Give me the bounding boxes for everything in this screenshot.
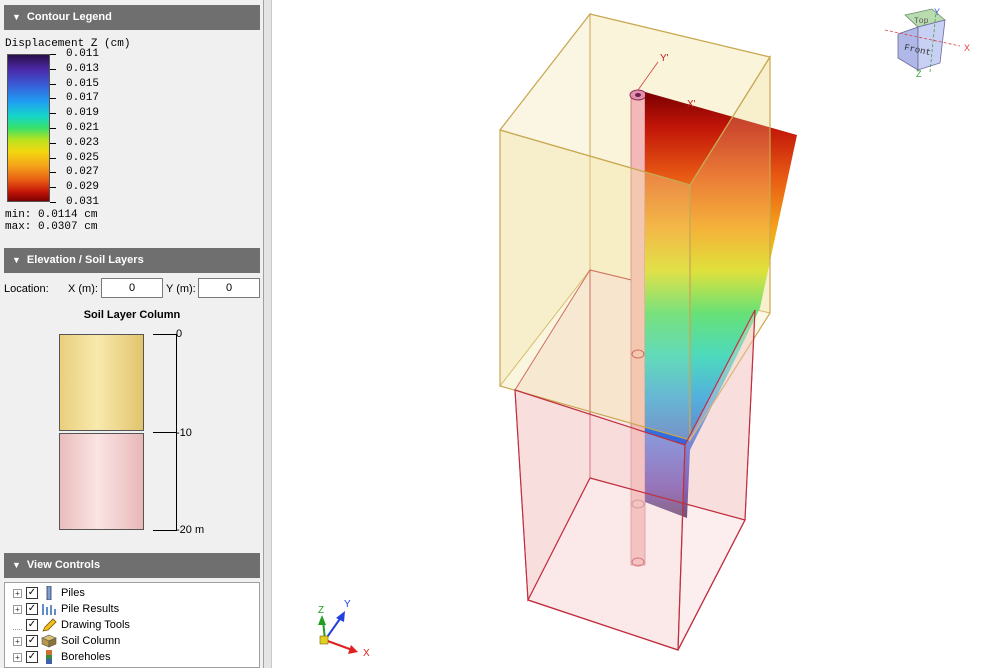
tree-item-label: Boreholes bbox=[61, 651, 111, 663]
legend-tick-label: 0.031 bbox=[66, 196, 100, 208]
legend-tick bbox=[50, 113, 56, 114]
legend-tick-label: 0.023 bbox=[66, 137, 100, 149]
expand-icon[interactable]: + bbox=[13, 588, 22, 598]
legend-tick bbox=[50, 172, 56, 173]
legend-tick bbox=[50, 128, 56, 129]
pile-results-icon bbox=[42, 604, 56, 615]
contour-legend-header[interactable]: ▼ Contour Legend bbox=[4, 5, 260, 30]
view-controls-header[interactable]: ▼ View Controls bbox=[4, 553, 260, 578]
legend-tick bbox=[50, 98, 56, 99]
drawing-tools-checkbox[interactable]: ✓ bbox=[26, 619, 38, 631]
tree-connector bbox=[13, 621, 22, 630]
expand-icon[interactable]: + bbox=[13, 604, 22, 614]
pile-results-checkbox[interactable]: ✓ bbox=[26, 603, 38, 615]
location-label: Location: bbox=[4, 283, 49, 295]
x-label: X (m): bbox=[68, 283, 98, 295]
collapse-triangle-icon: ▼ bbox=[12, 560, 21, 570]
borehole-icon bbox=[46, 650, 52, 664]
navigation-cube[interactable]: Top Front X Y Z bbox=[884, 7, 970, 79]
3d-viewport[interactable]: Y' X' Top Front X Y Z X Y Z bbox=[272, 0, 1002, 668]
boreholes-checkbox[interactable]: ✓ bbox=[26, 651, 38, 663]
nav-cube-front-face[interactable] bbox=[917, 19, 946, 71]
side-panel: ▼ Contour Legend Displacement Z (cm) 0.01… bbox=[0, 0, 264, 668]
contour-legend-header-label: Contour Legend bbox=[26, 11, 112, 23]
collapse-triangle-icon: ▼ bbox=[12, 12, 21, 22]
tree-item-boreholes[interactable]: + ✓ Boreholes bbox=[13, 649, 111, 665]
tree-item-label: Piles bbox=[61, 587, 85, 599]
panel-splitter[interactable] bbox=[264, 0, 272, 668]
soil-layer-lower[interactable] bbox=[59, 433, 144, 530]
legend-tick-label: 0.017 bbox=[66, 92, 100, 104]
triad-y-label: Y bbox=[344, 599, 351, 610]
legend-tick-label: 0.013 bbox=[66, 63, 100, 75]
depth-label-top: 0 bbox=[176, 328, 183, 340]
view-controls-header-label: View Controls bbox=[26, 559, 101, 571]
app-window: ▼ Contour Legend Displacement Z (cm) 0.01… bbox=[0, 0, 1002, 668]
legend-tick bbox=[50, 158, 56, 159]
tree-item-label: Soil Column bbox=[61, 635, 121, 647]
collapse-triangle-icon: ▼ bbox=[12, 255, 21, 265]
nav-cube-top-label: Top bbox=[914, 17, 929, 26]
triad-z-label: Z bbox=[318, 605, 324, 616]
tree-item-pile-results[interactable]: + ✓ Pile Results bbox=[13, 601, 119, 617]
tree-item-soil-column[interactable]: + ✓ Soil Column bbox=[13, 633, 120, 649]
legend-max: max: 0.0307 cm bbox=[5, 221, 98, 233]
triad-y-arrow bbox=[336, 611, 345, 622]
expand-icon[interactable]: + bbox=[13, 636, 22, 646]
legend-tick-label: 0.021 bbox=[66, 122, 100, 134]
depth-label-mid: -10 bbox=[176, 427, 192, 439]
legend-tick-label: 0.019 bbox=[66, 107, 100, 119]
depth-label-bottom: -20 m bbox=[176, 524, 205, 536]
depth-scale-tick bbox=[153, 432, 176, 433]
tree-item-piles[interactable]: + ✓ Piles bbox=[13, 585, 85, 601]
legend-tick-label: 0.025 bbox=[66, 152, 100, 164]
legend-tick bbox=[50, 54, 56, 55]
axis-triad: X Y Z bbox=[318, 599, 370, 659]
legend-tick-label: 0.029 bbox=[66, 181, 100, 193]
y-input[interactable]: 0 bbox=[198, 278, 260, 298]
local-y-axis-label: Y' bbox=[660, 53, 669, 64]
x-input[interactable]: 0 bbox=[101, 278, 163, 298]
elevation-header[interactable]: ▼ Elevation / Soil Layers bbox=[4, 248, 260, 273]
legend-tick-label: 0.027 bbox=[66, 166, 100, 178]
nav-z-label: Z bbox=[916, 69, 922, 79]
triad-z-arrow bbox=[318, 615, 326, 625]
tree-item-label: Drawing Tools bbox=[61, 619, 130, 631]
pile-head-core bbox=[635, 93, 641, 97]
soil-layer-upper[interactable] bbox=[59, 334, 144, 431]
elevation-header-label: Elevation / Soil Layers bbox=[26, 254, 144, 266]
soil-column-checkbox[interactable]: ✓ bbox=[26, 635, 38, 647]
view-controls-tree: + ✓ Piles + ✓ Pile Results ✓ Drawing Too… bbox=[4, 582, 260, 668]
nav-y-label: Y bbox=[934, 7, 940, 17]
legend-tick bbox=[50, 143, 56, 144]
tree-item-label: Pile Results bbox=[61, 603, 120, 615]
triad-origin bbox=[319, 635, 329, 645]
legend-tick-label: 0.011 bbox=[66, 48, 100, 60]
legend-tick bbox=[50, 69, 56, 70]
legend-tick bbox=[50, 84, 56, 85]
pencil-icon bbox=[42, 618, 57, 632]
soil-column-icon bbox=[41, 634, 57, 648]
soil-column-title: Soil Layer Column bbox=[83, 309, 181, 321]
nav-x-label: X bbox=[964, 43, 970, 53]
depth-scale-tick bbox=[153, 334, 176, 335]
legend-tick bbox=[50, 202, 56, 203]
legend-tick-label: 0.015 bbox=[66, 78, 100, 90]
local-x-axis-label: X' bbox=[687, 99, 696, 110]
tree-item-drawing-tools[interactable]: ✓ Drawing Tools bbox=[13, 617, 130, 633]
legend-tick bbox=[50, 187, 56, 188]
legend-color-bar bbox=[7, 54, 50, 202]
triad-x-label: X bbox=[363, 648, 370, 659]
y-label: Y (m): bbox=[166, 283, 196, 295]
legend-min: min: 0.0114 cm bbox=[5, 209, 98, 221]
triad-x-arrow bbox=[348, 645, 358, 654]
pile-icon bbox=[46, 586, 52, 600]
3d-scene[interactable]: Y' X' Top Front X Y Z X Y Z bbox=[272, 0, 1002, 668]
expand-icon[interactable]: + bbox=[13, 652, 22, 662]
depth-scale-tick bbox=[153, 530, 176, 531]
piles-checkbox[interactable]: ✓ bbox=[26, 587, 38, 599]
